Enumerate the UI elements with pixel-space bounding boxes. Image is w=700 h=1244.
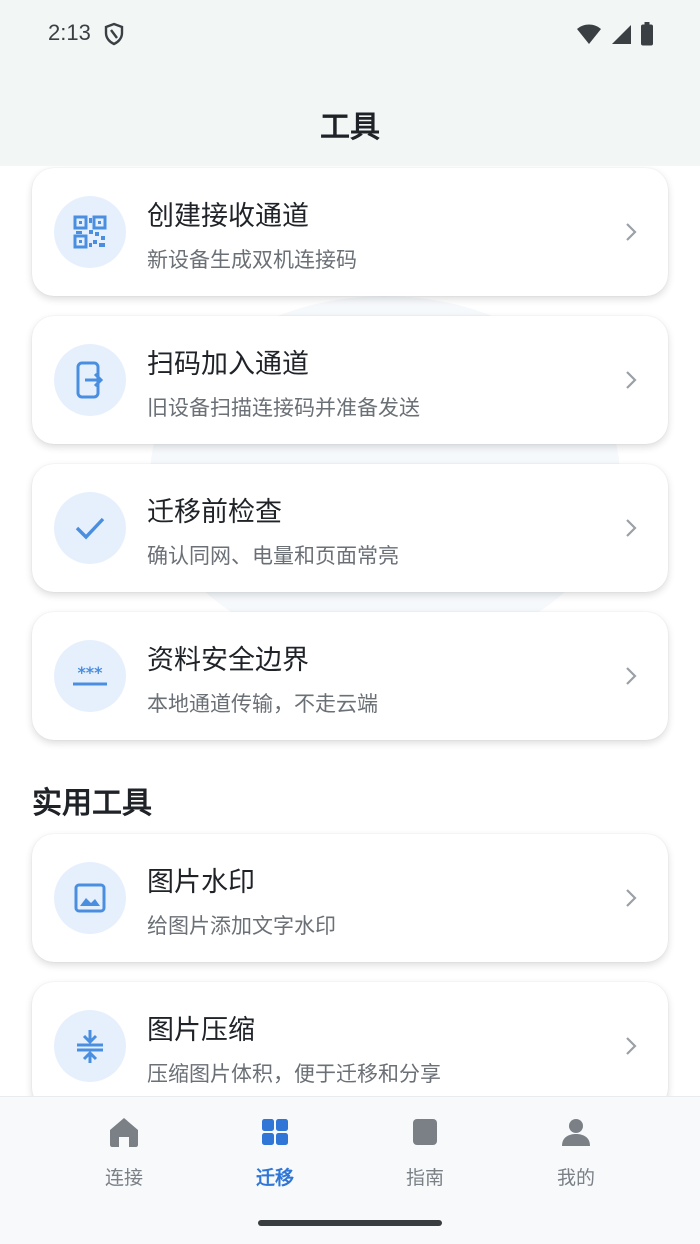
book-icon [413,1119,437,1145]
status-bar: 2:13 [0,0,700,70]
nav-item-connect[interactable]: 连接 [64,1115,184,1195]
wifi-icon [577,24,601,44]
card-title: 资料安全边界 [147,645,309,676]
home-indicator[interactable] [258,1220,442,1226]
content-scroll[interactable]: 创建接收通道 新设备生成双机连接码 扫码加入通道 旧设备扫描连接码并准备发送 迁… [0,166,700,1096]
battery-icon [641,22,653,46]
grid-icon [262,1119,288,1145]
chevron-right-icon [626,889,637,907]
chevron-right-icon [626,223,637,241]
svg-text:***: *** [77,664,103,682]
card-icon-wrap [54,862,126,934]
signal-icon [612,25,631,44]
card-title: 图片水印 [147,867,255,898]
person-icon [562,1119,590,1146]
card-subtitle: 压缩图片体积，便于迁移和分享 [147,1062,441,1086]
nav-item-profile[interactable]: 我的 [516,1115,636,1195]
nav-label: 我的 [556,1167,595,1189]
card-icon-wrap [54,1010,126,1082]
chevron-right-icon [626,667,637,685]
compress-icon [77,1030,103,1063]
password-icon: *** [73,664,107,686]
chevron-right-icon [626,371,637,389]
shield-icon [104,22,124,46]
card-subtitle: 给图片添加文字水印 [147,914,336,938]
header: 工具 [0,70,700,166]
card-icon-wrap [54,492,126,564]
status-icons [576,22,654,46]
home-icon [110,1118,138,1147]
card-icon-wrap [54,196,126,268]
card-icon-wrap: *** [54,640,126,712]
card-pre-migration-check[interactable]: 迁移前检查 确认同网、电量和页面常亮 [32,464,668,592]
card-create-channel[interactable]: 创建接收通道 新设备生成双机连接码 [32,168,668,296]
check-icon [75,517,105,540]
nav-item-migrate[interactable]: 迁移 [215,1115,335,1195]
chevron-right-icon [626,519,637,537]
card-title: 创建接收通道 [147,201,309,232]
page-title: 工具 [320,110,380,145]
nav-label: 迁移 [255,1167,294,1189]
nav-item-guide[interactable]: 指南 [365,1115,485,1195]
card-scan-join[interactable]: 扫码加入通道 旧设备扫描连接码并准备发送 [32,316,668,444]
card-title: 图片压缩 [147,1015,255,1046]
chevron-right-icon [626,1037,637,1055]
card-subtitle: 新设备生成双机连接码 [147,248,357,272]
card-title: 扫码加入通道 [147,349,309,380]
card-title: 迁移前检查 [147,497,282,528]
phone-export-icon [76,361,104,399]
card-icon-wrap [54,344,126,416]
nav-label: 连接 [104,1167,143,1189]
card-subtitle: 旧设备扫描连接码并准备发送 [147,396,420,420]
card-image-compress[interactable]: 图片压缩 压缩图片体积，便于迁移和分享 [32,982,668,1096]
nav-label: 指南 [405,1167,444,1189]
section-title: 实用工具 [32,786,152,821]
card-subtitle: 确认同网、电量和页面常亮 [147,544,399,568]
qr-code-icon [73,215,107,249]
card-data-security[interactable]: *** 资料安全边界 本地通道传输，不走云端 [32,612,668,740]
status-time: 2:13 [48,20,91,45]
image-icon [74,883,106,913]
card-subtitle: 本地通道传输，不走云端 [147,692,378,716]
card-image-watermark[interactable]: 图片水印 给图片添加文字水印 [32,834,668,962]
